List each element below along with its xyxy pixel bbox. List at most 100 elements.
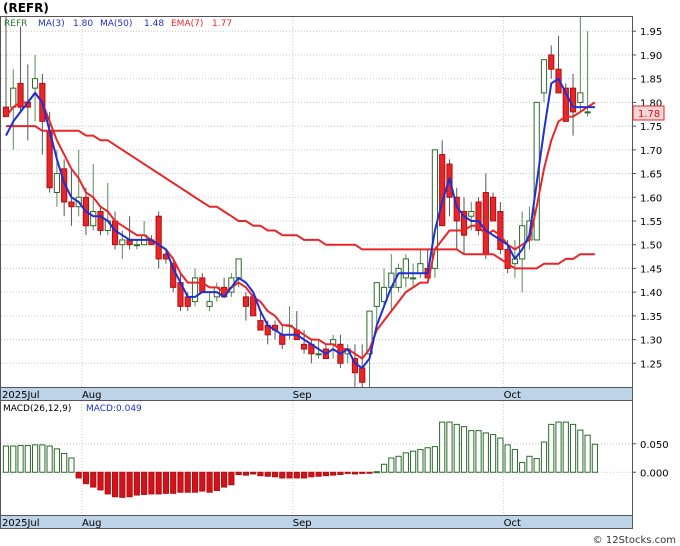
price-tick-label: 1.25 <box>640 359 662 370</box>
price-tick-label: 1.45 <box>640 264 662 275</box>
macd-bar-positive <box>380 463 388 473</box>
macd-bar-positive <box>31 444 39 473</box>
macd-bar-negative <box>330 471 337 476</box>
macd-bar-positive <box>533 458 540 473</box>
macd-bar-positive <box>2 445 10 473</box>
macd-bar-negative <box>300 471 308 479</box>
candle-body <box>133 244 140 247</box>
candle-body <box>184 296 191 307</box>
macd-bar-positive <box>61 452 68 473</box>
price-axis: 1.25 1.30 1.35 1.40 1.45 1.50 1.55 1.60 1.65 1.70… <box>632 27 662 370</box>
candle-body <box>10 87 17 108</box>
macd-date-label: Sep <box>293 518 312 529</box>
macd-bar-negative <box>293 471 300 479</box>
macd-bar-positive <box>482 432 489 473</box>
last-price-tag: 1.78 <box>632 105 665 121</box>
candle-body <box>199 277 206 293</box>
macd-bar-negative <box>315 471 322 477</box>
macd-bar-positive <box>591 443 598 473</box>
candle-body <box>315 353 322 356</box>
macd-bar-negative <box>75 471 82 479</box>
macd-bar-positive <box>526 455 533 473</box>
price-tick-label: 1.30 <box>640 336 662 347</box>
candle-body <box>242 296 250 307</box>
macd-bar-negative <box>366 471 373 474</box>
candle-body <box>548 54 555 70</box>
candle-body <box>373 282 380 307</box>
macd-bar-positive <box>577 429 584 473</box>
candle-body <box>191 277 199 303</box>
macd-bar-negative <box>286 471 293 479</box>
macd-bar-positive <box>519 462 526 473</box>
macd-bar-positive <box>39 444 46 473</box>
candle-body <box>569 87 577 113</box>
price-tick-label: 1.60 <box>640 193 662 204</box>
price-tick-label: 1.85 <box>640 75 662 86</box>
macd-tick-label: 0.050 <box>640 440 669 451</box>
macd-bar-negative <box>337 471 344 476</box>
macd-bar-negative <box>126 471 133 498</box>
candle-body <box>97 210 104 231</box>
candle-body <box>257 320 264 331</box>
candle-body <box>300 343 308 350</box>
candle-body <box>68 201 75 208</box>
macd-bar-negative <box>170 471 177 494</box>
price-date-label: Sep <box>293 390 312 401</box>
candle-body <box>497 210 504 250</box>
macd-bar-positive <box>431 446 439 473</box>
macd-bar-negative <box>97 471 104 491</box>
legend-ema7-value: 1.77 <box>212 19 232 29</box>
macd-legend-params: MACD(26,12,9) <box>3 404 71 414</box>
macd-bar-positive <box>17 444 24 473</box>
price-tick-label: 1.40 <box>640 288 662 299</box>
macd-bar-negative <box>359 471 366 474</box>
candle-body <box>417 263 424 274</box>
macd-bar-negative <box>308 471 315 478</box>
macd-bar-negative <box>250 471 257 475</box>
macd-bar-negative <box>351 471 359 475</box>
legend-ma50-value: 1.48 <box>144 19 164 29</box>
candle-body <box>359 367 366 383</box>
macd-bar-negative <box>82 471 90 485</box>
macd-bar-negative <box>235 471 242 476</box>
macd-bar-positive <box>540 441 548 473</box>
macd-bar-negative <box>133 471 140 496</box>
price-tick-label: 1.75 <box>640 122 662 133</box>
macd-bar-positive <box>555 421 562 473</box>
macd-bar-negative <box>119 471 126 498</box>
candle-body <box>402 258 409 279</box>
macd-bar-positive <box>453 423 460 473</box>
macd-bar-positive <box>475 430 482 473</box>
macd-bar-positive <box>53 448 60 473</box>
watermark: © 12Stocks.com <box>593 535 676 546</box>
macd-bar-positive <box>68 457 75 473</box>
macd-legend-value: MACD:0.049 <box>86 404 142 414</box>
candle-body <box>250 296 257 317</box>
macd-bar-negative <box>279 471 286 479</box>
macd-date-label: Aug <box>82 518 102 529</box>
macd-bar-positive <box>373 471 380 474</box>
candle-body <box>468 210 475 217</box>
macd-bar-positive <box>439 421 446 473</box>
macd-bar-negative <box>221 471 228 488</box>
macd-bar-positive <box>511 448 518 473</box>
price-tick-label: 1.95 <box>640 27 662 38</box>
macd-bar-positive <box>504 444 511 473</box>
candle-body <box>90 210 97 227</box>
macd-bar-negative <box>90 471 97 488</box>
macd-bar-negative <box>141 471 148 495</box>
macd-bar-negative <box>155 471 162 495</box>
candle-body <box>206 301 213 307</box>
macd-bar-negative <box>213 471 220 491</box>
candle-body <box>119 239 126 246</box>
price-date-label: Aug <box>82 390 102 401</box>
chart-title: (REFR) <box>3 1 49 15</box>
macd-bar-negative <box>148 471 155 495</box>
macd-bar-positive <box>24 444 31 473</box>
candle-body <box>489 196 497 222</box>
macd-bar-positive <box>446 421 453 473</box>
legend-symbol: REFR <box>4 19 27 29</box>
candle-body <box>540 59 548 94</box>
macd-bar-positive <box>460 426 468 473</box>
candle-body <box>482 192 489 255</box>
